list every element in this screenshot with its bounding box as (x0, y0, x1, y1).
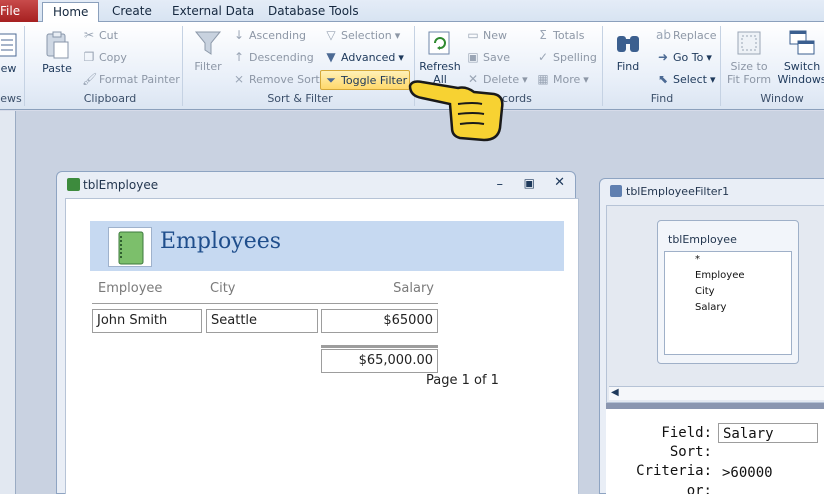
paste-icon (46, 31, 69, 59)
save-record-button[interactable]: ▣ Save (466, 50, 510, 64)
clipboard-group-label: Clipboard (83, 92, 137, 105)
field-list-box: * Employee City Salary (664, 251, 792, 355)
report-body: Employees Employee City Salary John Smit… (65, 198, 579, 494)
address-book-icon (108, 227, 152, 267)
new-record-icon: ▭ (467, 28, 479, 42)
replace-button[interactable]: ab Replace (656, 28, 717, 42)
cell-city: Seattle (206, 309, 318, 333)
format-painter-button[interactable]: 🖌 Format Painter (82, 72, 180, 86)
field-item[interactable]: Employee (695, 270, 745, 281)
ribbon-tab-row: File Home Create External Data Database … (0, 0, 824, 23)
spelling-icon: ✓ (537, 50, 549, 64)
grid-sort-cell[interactable] (718, 443, 818, 463)
close-button[interactable]: ✕ (554, 175, 565, 190)
pointing-hand-icon (408, 80, 504, 142)
remove-sort-icon: ⨯ (233, 72, 245, 86)
ascending-button[interactable]: ↓ Ascending (232, 28, 306, 42)
query-window-title: tblEmployeeFilter1 (626, 185, 730, 198)
totals-button[interactable]: Σ Totals (536, 28, 584, 42)
selection-icon: ▽ (326, 28, 336, 42)
filter-button[interactable]: Filter (190, 28, 226, 73)
report-header: Employees (90, 221, 564, 271)
more-icon: ▦ (537, 72, 549, 86)
grid-label-or: or: (686, 483, 712, 494)
horizontal-scrollbar[interactable]: ◀ (609, 386, 824, 400)
descending-button[interactable]: ↑ Descending (232, 50, 314, 64)
grid-label-criteria: Criteria: (636, 463, 712, 479)
goto-arrow-icon: ➜ (657, 50, 669, 64)
view-icon (0, 33, 17, 57)
report-window: tblEmployee – ▣ ✕ Employees Employee Cit… (56, 171, 579, 494)
window-group-label: Window (760, 92, 804, 105)
field-item[interactable]: Salary (695, 302, 726, 313)
scroll-left-arrow[interactable]: ◀ (611, 387, 619, 398)
sort-descending-icon: ↑ (233, 50, 245, 64)
find-button[interactable]: Find (610, 28, 646, 73)
grid-label-sort: Sort: (669, 444, 712, 460)
funnel-icon (194, 31, 222, 55)
tab-home[interactable]: Home (42, 2, 100, 23)
sort-filter-group-label: Sort & Filter (267, 92, 333, 105)
cell-salary: $65000 (321, 309, 438, 333)
find-group-label: Find (650, 92, 674, 105)
field-list-title: tblEmployee (668, 233, 737, 246)
spelling-button[interactable]: ✓ Spelling (536, 50, 597, 64)
field-list-tblEmployee[interactable]: tblEmployee * Employee City Salary (657, 220, 799, 364)
grid-field-cell[interactable]: Salary (718, 423, 818, 443)
column-header-employee: Employee (98, 281, 163, 296)
copy-button[interactable]: ❐ Copy (82, 50, 127, 64)
total-rule (321, 345, 438, 348)
table-pane: tblEmployee * Employee City Salary ◀ (606, 205, 824, 403)
remove-sort-button[interactable]: ⨯ Remove Sort (232, 72, 320, 86)
tab-database-tools[interactable]: Database Tools (258, 2, 369, 22)
new-record-button[interactable]: ▭ New (466, 28, 507, 42)
copy-icon: ❐ (83, 50, 95, 64)
report-title: Employees (160, 229, 282, 254)
tab-create[interactable]: Create (102, 2, 162, 22)
sort-ascending-icon: ↓ (233, 28, 245, 42)
query-design-window: tblEmployeeFilter1 tblEmployee * Employe… (599, 178, 824, 494)
column-header-city: City (210, 281, 236, 296)
switch-windows-button[interactable]: Switch Windows (776, 28, 824, 86)
replace-icon: ab (656, 28, 671, 42)
cursor-icon: ⬉ (657, 72, 669, 86)
goto-button[interactable]: ➜ Go To ▾ (656, 50, 712, 64)
select-button[interactable]: ⬉ Select ▾ (656, 72, 716, 86)
minimize-button[interactable]: – (497, 177, 504, 192)
cut-button[interactable]: ✂ Cut (82, 28, 118, 42)
column-header-salary: Salary (393, 281, 434, 296)
funnel-icon: ⏷ (326, 73, 336, 87)
tab-external-data[interactable]: External Data (162, 2, 264, 22)
field-item[interactable]: * (695, 254, 700, 265)
advanced-button[interactable]: ▼ Advanced ▾ (324, 50, 404, 64)
field-item[interactable]: City (695, 286, 715, 297)
size-to-fit-form-button[interactable]: Size to Fit Form (724, 28, 774, 86)
size-to-fit-icon (737, 31, 761, 55)
grid-criteria-cell[interactable]: >60000 (718, 463, 818, 483)
views-group-label: ews (0, 92, 22, 105)
more-button[interactable]: ▦ More ▾ (536, 72, 588, 86)
switch-windows-icon (789, 30, 815, 55)
brush-icon: 🖌 (82, 72, 98, 86)
binoculars-icon (617, 36, 639, 52)
grid-label-field: Field: (661, 425, 712, 441)
sigma-icon: Σ (539, 28, 547, 42)
selection-button[interactable]: ▽ Selection ▾ (324, 28, 400, 42)
cell-total-salary: $65,000.00 (321, 349, 438, 373)
design-grid: Field: Salary Sort: Criteria: >60000 or: (606, 409, 824, 494)
refresh-icon (428, 31, 450, 55)
advanced-filter-icon: ▼ (326, 50, 336, 64)
navigation-pane-strip[interactable] (0, 111, 16, 494)
toggle-filter-button[interactable]: ⏷ Toggle Filter (320, 70, 410, 90)
restore-button[interactable]: ▣ (524, 176, 535, 190)
paste-button[interactable]: Paste (40, 30, 74, 75)
save-icon: ▣ (467, 50, 479, 64)
view-button[interactable]: iew (0, 30, 22, 75)
scissors-icon: ✂ (83, 28, 95, 42)
tab-file[interactable]: File (0, 0, 38, 22)
header-divider (92, 303, 438, 304)
page-number: Page 1 of 1 (426, 373, 499, 388)
cell-employee: John Smith (92, 309, 202, 333)
